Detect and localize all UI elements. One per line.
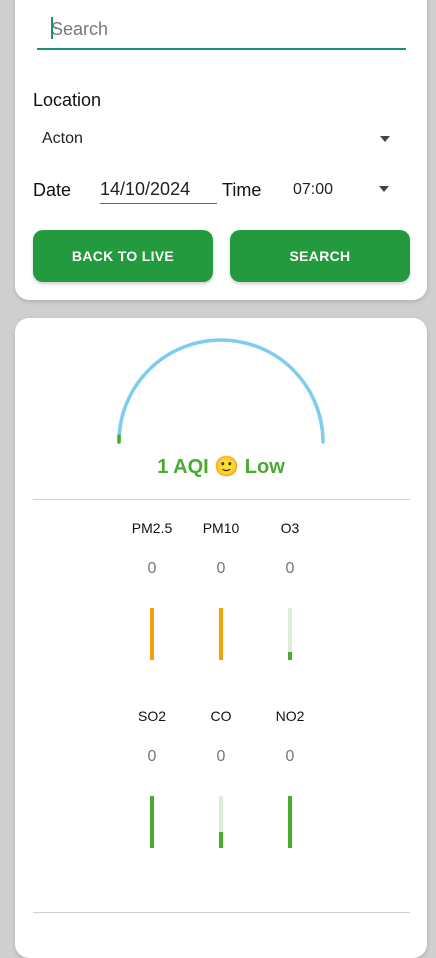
back-to-live-button[interactable]: BACK TO LIVE [33, 230, 213, 282]
pollutant-name: PM2.5 [131, 520, 173, 536]
time-select[interactable]: 07:00 [285, 174, 393, 208]
location-value: Acton [42, 130, 83, 147]
pollutant-item: PM2.5 0 [122, 520, 182, 660]
aqi-value: 1 AQI [157, 456, 209, 478]
pollutant-value: 0 [147, 748, 157, 765]
pollutant-level-fill [288, 652, 292, 660]
pollutant-name: PM10 [202, 520, 240, 536]
smile-icon: 🙂 [214, 456, 240, 478]
pollutant-level-bar [219, 608, 223, 660]
pollutant-level-bar [288, 796, 292, 848]
aqi-level: Low [244, 456, 285, 478]
pollutant-level-bar [219, 796, 223, 848]
chevron-down-icon [380, 136, 390, 142]
pollutant-name: NO2 [275, 708, 305, 724]
pollutant-item: O3 0 [260, 520, 320, 660]
pollutant-value: 0 [285, 748, 295, 765]
pollutant-item: SO2 0 [122, 708, 182, 848]
text-cursor [51, 17, 53, 39]
aqi-card: 1 AQI 🙂 Low PM2.5 0 PM10 0 O3 0 SO2 0 CO 0 NO2 0 [15, 318, 427, 958]
pollutant-level-fill [288, 796, 292, 848]
time-label: Time [222, 180, 262, 200]
pollutant-value: 0 [285, 560, 295, 577]
location-select[interactable]: Acton [33, 120, 393, 154]
aqi-gauge [117, 338, 325, 444]
pollutant-level-fill [219, 832, 223, 848]
aqi-gauge-arc [117, 338, 325, 444]
divider [33, 912, 410, 913]
pollutant-name: O3 [280, 520, 300, 536]
pollutant-level-bar [288, 608, 292, 660]
aqi-summary: 1 AQI 🙂 Low [15, 454, 427, 479]
pollutant-level-bar [150, 608, 154, 660]
pollutant-value: 0 [216, 748, 226, 765]
pollutant-level-bar [150, 796, 154, 848]
pollutant-level-fill [150, 796, 154, 848]
pollutant-value: 0 [147, 560, 157, 577]
search-input[interactable] [37, 10, 406, 50]
pollutant-name: CO [210, 708, 232, 724]
pollutant-value: 0 [216, 560, 226, 577]
pollutant-level-fill [150, 608, 154, 660]
pollutant-item: PM10 0 [191, 520, 251, 660]
divider [33, 499, 410, 500]
pollutant-item: CO 0 [191, 708, 251, 848]
date-field[interactable]: 14/10/2024 [100, 175, 217, 204]
pollutant-item: NO2 0 [260, 708, 320, 848]
chevron-down-icon [379, 186, 389, 192]
location-label: Location [33, 90, 102, 110]
search-card: Location Acton Date 14/10/2024 Time 07:0… [15, 0, 427, 300]
pollutant-name: SO2 [137, 708, 166, 724]
date-label: Date [33, 180, 72, 200]
search-button[interactable]: SEARCH [230, 230, 410, 282]
time-value: 07:00 [293, 181, 334, 198]
pollutant-level-fill [219, 608, 223, 660]
